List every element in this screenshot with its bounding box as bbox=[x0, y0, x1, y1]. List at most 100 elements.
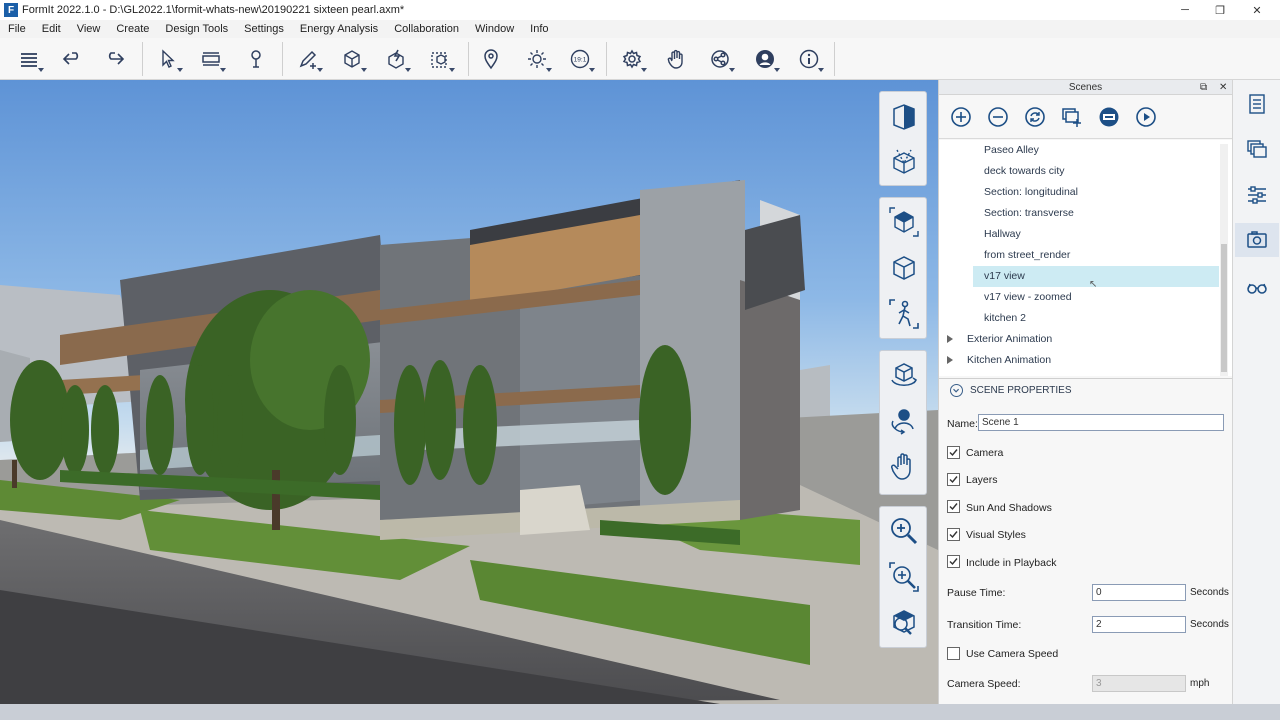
scene-item[interactable]: Section: longitudinal bbox=[939, 182, 1219, 203]
orbit-icon[interactable] bbox=[886, 357, 922, 393]
scene-item[interactable]: v17 view - zoomed bbox=[939, 287, 1219, 308]
update-scene-icon[interactable] bbox=[1024, 106, 1046, 128]
redo-icon[interactable] bbox=[100, 44, 130, 74]
edit-scene-icon[interactable] bbox=[1098, 106, 1120, 128]
restore-button[interactable]: ❐ bbox=[1203, 0, 1237, 20]
layers-panel-icon[interactable] bbox=[1241, 132, 1273, 166]
menu-view[interactable]: View bbox=[69, 23, 109, 35]
menu-energy-analysis[interactable]: Energy Analysis bbox=[292, 23, 386, 35]
menu-edit[interactable]: Edit bbox=[34, 23, 69, 35]
paint-icon[interactable] bbox=[240, 44, 270, 74]
add-scene-group-icon[interactable] bbox=[1061, 106, 1083, 128]
sun-and-shadows-label: Sun And Shadows bbox=[966, 502, 1052, 514]
play-animation-icon[interactable] bbox=[1135, 106, 1157, 128]
menu-create[interactable]: Create bbox=[108, 23, 157, 35]
sun-time-badge: 19:1 bbox=[574, 57, 587, 64]
include-in-playback-checkbox[interactable] bbox=[947, 555, 960, 568]
scene-item[interactable]: from street_render bbox=[939, 245, 1219, 266]
scene-item[interactable]: Hallway bbox=[939, 224, 1219, 245]
scene-group[interactable]: Kitchen Animation bbox=[939, 350, 1219, 371]
share-icon[interactable] bbox=[705, 44, 735, 74]
menu-design-tools[interactable]: Design Tools bbox=[157, 23, 236, 35]
scene-item[interactable]: Section: transverse bbox=[939, 203, 1219, 224]
visual-styles-icon[interactable] bbox=[1241, 270, 1273, 304]
solar-time-icon[interactable]: 19:1 bbox=[565, 44, 595, 74]
transition-time-input[interactable]: 2 bbox=[1092, 616, 1186, 633]
hand-pan-icon[interactable] bbox=[661, 44, 691, 74]
scene-item[interactable]: deck towards city bbox=[939, 161, 1219, 182]
scene-list-scrollbar[interactable] bbox=[1220, 144, 1228, 376]
level-icon[interactable] bbox=[196, 44, 226, 74]
main-toolbar: 19:1 bbox=[0, 38, 1280, 80]
camera-nav-group bbox=[879, 197, 927, 339]
scenes-panel: Scenes ⧉ ✕ Paseo Alley deck towards city… bbox=[938, 80, 1233, 704]
menu-info[interactable]: Info bbox=[522, 23, 556, 35]
building-render-illustration bbox=[0, 180, 938, 704]
location-pin-icon[interactable] bbox=[476, 44, 506, 74]
scenes-panel-header: Scenes ⧉ ✕ bbox=[939, 80, 1232, 95]
scene-group[interactable]: Exterior Animation bbox=[939, 329, 1219, 350]
scenes-panel-icon[interactable] bbox=[1235, 223, 1279, 257]
name-label: Name: bbox=[947, 418, 978, 430]
visual-styles-checkbox[interactable] bbox=[947, 528, 960, 541]
zoom-extents-icon[interactable] bbox=[886, 605, 922, 641]
mouse-cursor-icon: ↖ bbox=[1089, 279, 1098, 290]
scrollbar-thumb[interactable] bbox=[1221, 244, 1227, 372]
expand-arrow-icon[interactable] bbox=[947, 356, 953, 364]
pan-hand-icon[interactable] bbox=[886, 449, 922, 485]
cube-create-icon[interactable] bbox=[337, 44, 367, 74]
view-cube-icon[interactable] bbox=[886, 99, 922, 135]
layers-stack-icon[interactable] bbox=[14, 44, 44, 74]
collapse-chevron-icon[interactable] bbox=[950, 384, 963, 397]
select-icon[interactable] bbox=[153, 44, 183, 74]
menu-settings[interactable]: Settings bbox=[236, 23, 292, 35]
transition-time-label: Transition Time: bbox=[947, 619, 1022, 631]
menu-bar: File Edit View Create Design Tools Setti… bbox=[0, 20, 1280, 38]
float-panel-icon[interactable]: ⧉ bbox=[1200, 80, 1207, 95]
menu-window[interactable]: Window bbox=[467, 23, 522, 35]
undo-icon[interactable] bbox=[57, 44, 87, 74]
close-panel-icon[interactable]: ✕ bbox=[1219, 80, 1227, 95]
group-icon[interactable] bbox=[425, 44, 455, 74]
use-camera-speed-checkbox[interactable] bbox=[947, 647, 960, 660]
pause-time-input[interactable]: 0 bbox=[1092, 584, 1186, 601]
camera-checkbox[interactable] bbox=[947, 446, 960, 459]
zoom-icon[interactable] bbox=[886, 513, 922, 549]
status-bar bbox=[0, 704, 1280, 720]
window-title: FormIt 2022.1.0 - D:\GL2022.1\formit-wha… bbox=[22, 4, 405, 16]
3d-viewport[interactable] bbox=[0, 80, 938, 704]
pencil-draw-icon[interactable] bbox=[293, 44, 323, 74]
levels-panel-icon[interactable] bbox=[1241, 178, 1273, 212]
remove-scene-icon[interactable] bbox=[987, 106, 1009, 128]
perspective-cube-icon[interactable] bbox=[886, 250, 922, 286]
sun-icon[interactable] bbox=[522, 44, 552, 74]
properties-panel-icon[interactable] bbox=[1241, 87, 1273, 121]
scene-properties-header[interactable]: SCENE PROPERTIES bbox=[939, 378, 1233, 402]
close-window-button[interactable]: ✕ bbox=[1240, 0, 1274, 20]
formit-logo-icon: F bbox=[4, 3, 18, 17]
info-icon[interactable] bbox=[794, 44, 824, 74]
use-camera-speed-label: Use Camera Speed bbox=[966, 648, 1059, 660]
right-panel-bar bbox=[1232, 80, 1280, 704]
scene-item[interactable]: Paseo Alley bbox=[939, 140, 1219, 161]
settings-gear-icon[interactable] bbox=[617, 44, 647, 74]
minimize-button[interactable]: ─ bbox=[1168, 0, 1202, 20]
user-account-icon[interactable] bbox=[750, 44, 780, 74]
menu-file[interactable]: File bbox=[0, 23, 34, 35]
zoom-window-icon[interactable] bbox=[886, 559, 922, 595]
scene-name-input[interactable]: Scene 1 bbox=[978, 414, 1224, 431]
orbit-section-icon[interactable] bbox=[886, 145, 922, 181]
scenes-toolbar bbox=[939, 95, 1233, 139]
home-view-icon[interactable] bbox=[886, 204, 922, 240]
expand-arrow-icon[interactable] bbox=[947, 335, 953, 343]
walk-through-icon[interactable] bbox=[886, 296, 922, 332]
pause-time-unit: Seconds bbox=[1190, 587, 1229, 598]
generate-icon[interactable] bbox=[381, 44, 411, 74]
layers-checkbox[interactable] bbox=[947, 473, 960, 486]
menu-collaboration[interactable]: Collaboration bbox=[386, 23, 467, 35]
scene-item[interactable]: kitchen 2 bbox=[939, 308, 1219, 329]
look-around-icon[interactable] bbox=[886, 403, 922, 439]
sun-and-shadows-checkbox[interactable] bbox=[947, 500, 960, 513]
view-nav-group bbox=[879, 91, 927, 186]
add-scene-icon[interactable] bbox=[950, 106, 972, 128]
